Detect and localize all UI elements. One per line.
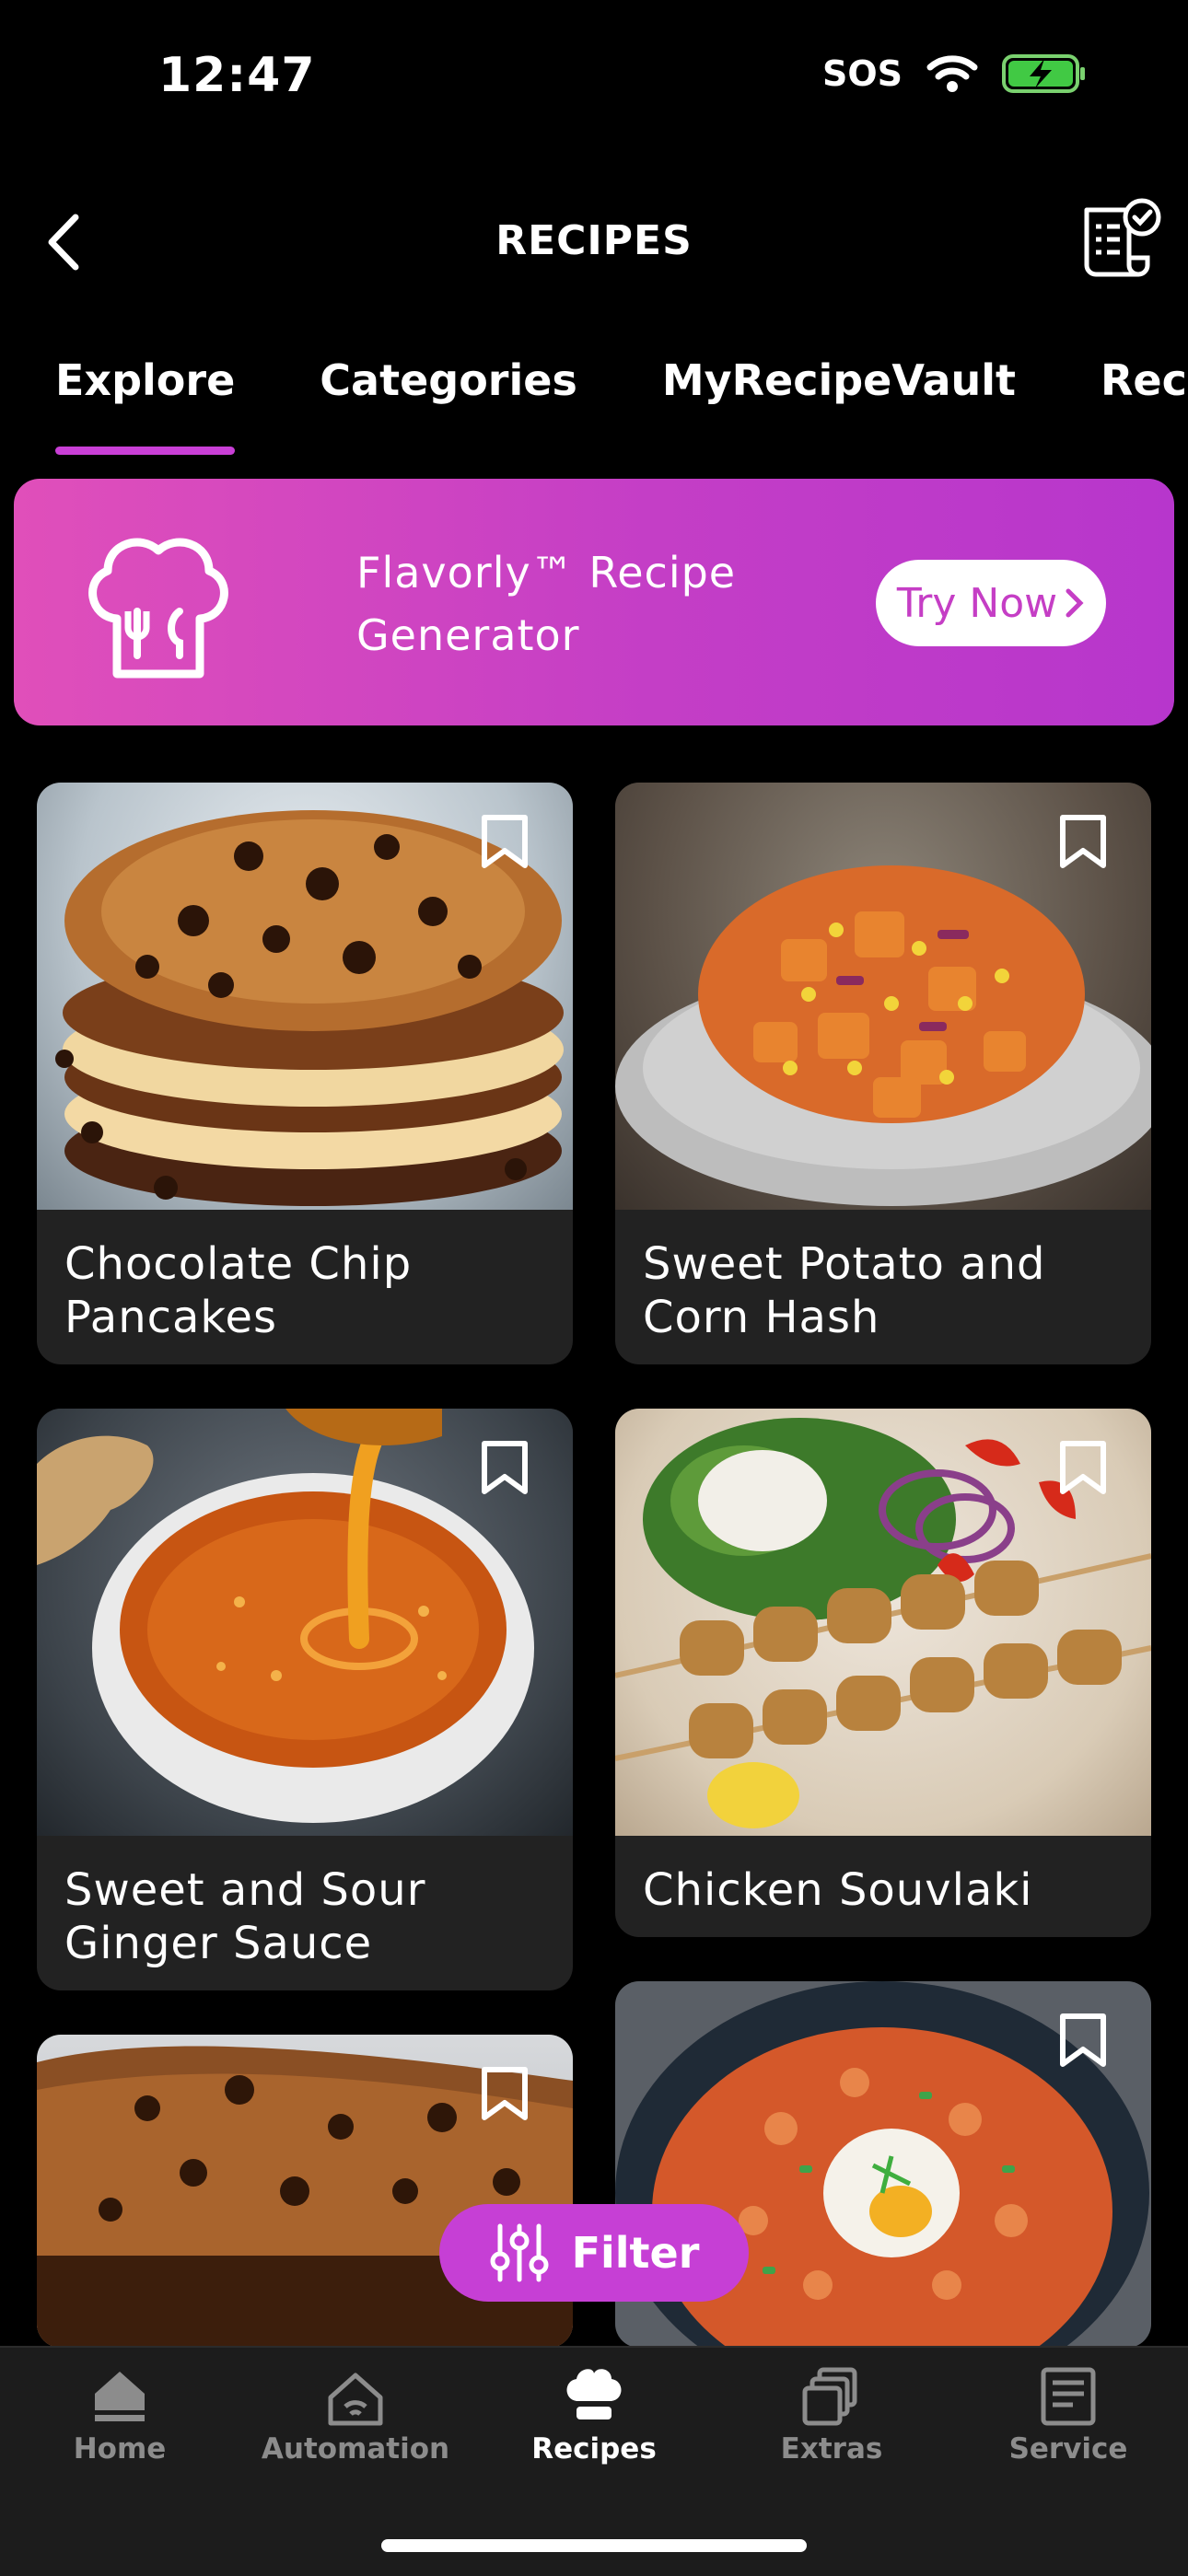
battery-charging-icon xyxy=(1002,54,1085,93)
recipe-title: Chicken Souvlaki xyxy=(643,1864,1033,1916)
recipe-card[interactable]: Sweet Potato and Corn Hash xyxy=(615,783,1151,1364)
nav-home-label: Home xyxy=(73,2432,167,2466)
try-now-label: Try Now xyxy=(896,579,1058,627)
page-title: RECIPES xyxy=(495,217,693,264)
shopping-list-check-icon[interactable] xyxy=(1074,197,1162,285)
recipe-photo-pancakes xyxy=(37,783,573,1210)
bookmark-icon[interactable] xyxy=(479,814,530,871)
recipe-title: Chocolate Chip Pancakes xyxy=(64,1238,413,1343)
bookmark-icon[interactable] xyxy=(479,2066,530,2123)
tab-explore[interactable]: Explore xyxy=(55,355,236,455)
tab-bar: Explore Categories MyRecipeVault Recer xyxy=(55,355,1188,455)
recipe-generator-banner[interactable]: Flavorly™ Recipe Generator Try Now xyxy=(14,479,1174,725)
recipe-photo-sweet-potato-hash xyxy=(615,783,1151,1210)
recipe-photo-ginger-sauce xyxy=(37,1409,573,1836)
nav-recipes-label: Recipes xyxy=(531,2432,657,2466)
nav-automation-label: Automation xyxy=(261,2432,450,2466)
sliders-icon xyxy=(490,2223,549,2282)
service-icon xyxy=(1041,2367,1096,2426)
bookmark-icon[interactable] xyxy=(1057,1440,1109,1497)
recipe-photo-souvlaki xyxy=(615,1409,1151,1836)
chef-hat-icon xyxy=(88,538,228,679)
chef-hat-icon xyxy=(566,2369,622,2419)
recipe-card[interactable]: Chocolate Chip Pancakes xyxy=(37,783,573,1364)
nav-home[interactable]: Home xyxy=(9,2366,230,2466)
wifi-icon xyxy=(926,55,978,92)
nav-service-label: Service xyxy=(1008,2432,1128,2466)
home-indicator xyxy=(381,2539,807,2552)
nav-extras[interactable]: Extras xyxy=(721,2366,942,2466)
bookmark-icon[interactable] xyxy=(1057,2013,1109,2070)
recipe-title: Sweet Potato and Corn Hash xyxy=(643,1238,1046,1343)
nav-service[interactable]: Service xyxy=(958,2366,1179,2466)
chevron-right-icon xyxy=(1066,588,1084,618)
carrier-label: SOS xyxy=(821,53,903,94)
bookmark-icon[interactable] xyxy=(1057,814,1109,871)
extras-icon xyxy=(802,2367,857,2426)
filter-label: Filter xyxy=(571,2228,700,2278)
home-icon xyxy=(95,2372,145,2421)
recipe-card[interactable]: Sweet and Sour Ginger Sauce xyxy=(37,1409,573,1990)
status-indicators: SOS xyxy=(822,53,1087,94)
filter-button[interactable]: Filter xyxy=(439,2204,749,2302)
status-time: 12:47 xyxy=(158,48,316,103)
bookmark-icon[interactable] xyxy=(479,1440,530,1497)
try-now-button[interactable]: Try Now xyxy=(876,560,1106,646)
nav-recipes[interactable]: Recipes xyxy=(483,2366,705,2466)
nav-extras-label: Extras xyxy=(780,2432,883,2466)
recipe-title: Sweet and Sour Ginger Sauce xyxy=(64,1864,426,1969)
nav-automation[interactable]: Automation xyxy=(245,2366,466,2466)
recipe-card[interactable]: Chicken Souvlaki xyxy=(615,1409,1151,1937)
tab-categories[interactable]: Categories xyxy=(320,355,577,405)
banner-title: Flavorly™ Recipe Generator xyxy=(356,548,737,660)
tab-myrecipevault[interactable]: MyRecipeVault xyxy=(662,355,1016,405)
tab-recent[interactable]: Recer xyxy=(1101,355,1188,405)
automation-icon xyxy=(328,2373,383,2426)
